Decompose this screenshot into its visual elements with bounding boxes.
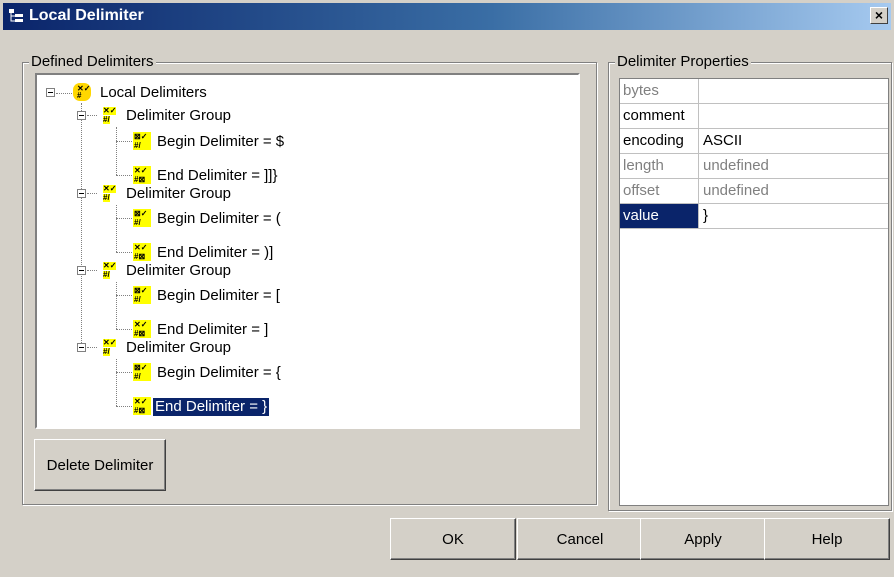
tree-connector <box>116 205 117 252</box>
tree-connector <box>87 193 97 194</box>
begin-delimiter-icon: ⊠✓ #/ <box>133 363 151 381</box>
property-key: encoding <box>620 129 699 153</box>
tree-connector <box>116 329 132 330</box>
end-delimiter-label[interactable]: End Delimiter = )] <box>155 244 275 262</box>
property-value[interactable] <box>700 79 703 103</box>
title-bar[interactable]: Local Delimiter × <box>3 3 891 30</box>
property-row[interactable]: encoding ASCII <box>620 129 888 154</box>
end-delimiter-label[interactable]: End Delimiter = ]]} <box>155 167 279 185</box>
tree-app-icon <box>9 9 23 22</box>
delimiter-group-icon: ✕✓ #/ <box>103 261 117 279</box>
cancel-button[interactable]: Cancel <box>517 518 643 560</box>
delimiter-group-icon: ✕✓ #/ <box>103 184 117 202</box>
begin-delimiter-icon: ⊠✓ #/ <box>133 286 151 304</box>
begin-delimiter-label[interactable]: Begin Delimiter = ( <box>155 210 283 228</box>
end-delimiter-label[interactable]: End Delimiter = ] <box>155 321 270 339</box>
close-icon: × <box>874 7 884 23</box>
ok-button[interactable]: OK <box>390 518 516 560</box>
property-row-selected[interactable]: value } <box>620 204 888 229</box>
property-key: comment <box>620 104 699 128</box>
property-value[interactable]: undefined <box>700 154 769 178</box>
tree-connector <box>87 270 97 271</box>
property-value[interactable]: } <box>700 204 708 228</box>
end-delimiter-icon: ✕✓ #⊠ <box>133 243 151 261</box>
collapse-icon[interactable] <box>46 88 55 97</box>
tree-connector <box>56 93 72 94</box>
end-delimiter-icon: ✕✓ #⊠ <box>133 166 151 184</box>
delimiter-tree[interactable]: ✕✓ # Local Delimiters ✕✓ #/ Delimiter Grou… <box>35 73 580 429</box>
tree-connector <box>116 175 132 176</box>
tree-connector <box>116 127 117 175</box>
begin-delimiter-label[interactable]: Begin Delimiter = [ <box>155 287 282 305</box>
tree-connector <box>81 103 82 351</box>
tree-connector <box>87 347 97 348</box>
collapse-icon[interactable] <box>77 189 86 198</box>
defined-delimiters-label: Defined Delimiters <box>29 53 156 71</box>
property-value[interactable]: ASCII <box>700 129 742 153</box>
apply-button[interactable]: Apply <box>640 518 766 560</box>
begin-delimiter-label[interactable]: Begin Delimiter = $ <box>155 133 286 151</box>
property-row[interactable]: length undefined <box>620 154 888 179</box>
delimiter-group-icon: ✕✓ #/ <box>103 338 117 356</box>
property-key: value <box>620 204 699 228</box>
property-row[interactable]: comment <box>620 104 888 129</box>
delimiter-folder-icon: ✕✓ # <box>73 83 91 101</box>
end-delimiter-icon: ✕✓ #⊠ <box>133 397 151 415</box>
tree-connector <box>116 218 132 219</box>
tree-root-label[interactable]: Local Delimiters <box>98 84 209 102</box>
delimiter-group-label[interactable]: Delimiter Group <box>124 185 233 203</box>
property-value[interactable]: undefined <box>700 179 769 203</box>
tree-connector <box>87 115 97 116</box>
close-button[interactable]: × <box>870 7 888 24</box>
help-button[interactable]: Help <box>764 518 890 560</box>
end-delimiter-label-selected[interactable]: End Delimiter = } <box>151 397 271 417</box>
property-key: length <box>620 154 699 178</box>
tree-connector <box>116 406 132 407</box>
delimiter-group-icon: ✕✓ #/ <box>103 106 117 124</box>
property-key: offset <box>620 179 699 203</box>
begin-delimiter-icon: ⊠✓ #/ <box>133 132 151 150</box>
properties-table[interactable]: bytes comment encoding ASCII length unde… <box>619 78 889 506</box>
collapse-icon[interactable] <box>77 266 86 275</box>
delimiter-group-label[interactable]: Delimiter Group <box>124 339 233 357</box>
collapse-icon[interactable] <box>77 111 86 120</box>
tree-connector <box>116 372 132 373</box>
property-row[interactable]: bytes <box>620 79 888 104</box>
tree-connector <box>116 141 132 142</box>
property-value[interactable] <box>700 104 703 128</box>
window-title: Local Delimiter <box>29 7 144 24</box>
begin-delimiter-label[interactable]: Begin Delimiter = { <box>155 364 283 382</box>
tree-connector <box>116 295 132 296</box>
tree-connector <box>116 282 117 329</box>
end-delimiter-icon: ✕✓ #⊠ <box>133 320 151 338</box>
delimiter-properties-label: Delimiter Properties <box>615 53 751 71</box>
delimiter-group-label[interactable]: Delimiter Group <box>124 262 233 280</box>
tree-connector <box>116 359 117 406</box>
collapse-icon[interactable] <box>77 343 86 352</box>
dialog-window: Local Delimiter × Defined Delimiters ✕✓ #… <box>0 0 894 577</box>
property-key: bytes <box>620 79 699 103</box>
delimiter-group-label[interactable]: Delimiter Group <box>124 107 233 125</box>
begin-delimiter-icon: ⊠✓ #/ <box>133 209 151 227</box>
tree-connector <box>116 252 132 253</box>
delete-delimiter-button[interactable]: Delete Delimiter <box>34 439 166 491</box>
property-row[interactable]: offset undefined <box>620 179 888 204</box>
